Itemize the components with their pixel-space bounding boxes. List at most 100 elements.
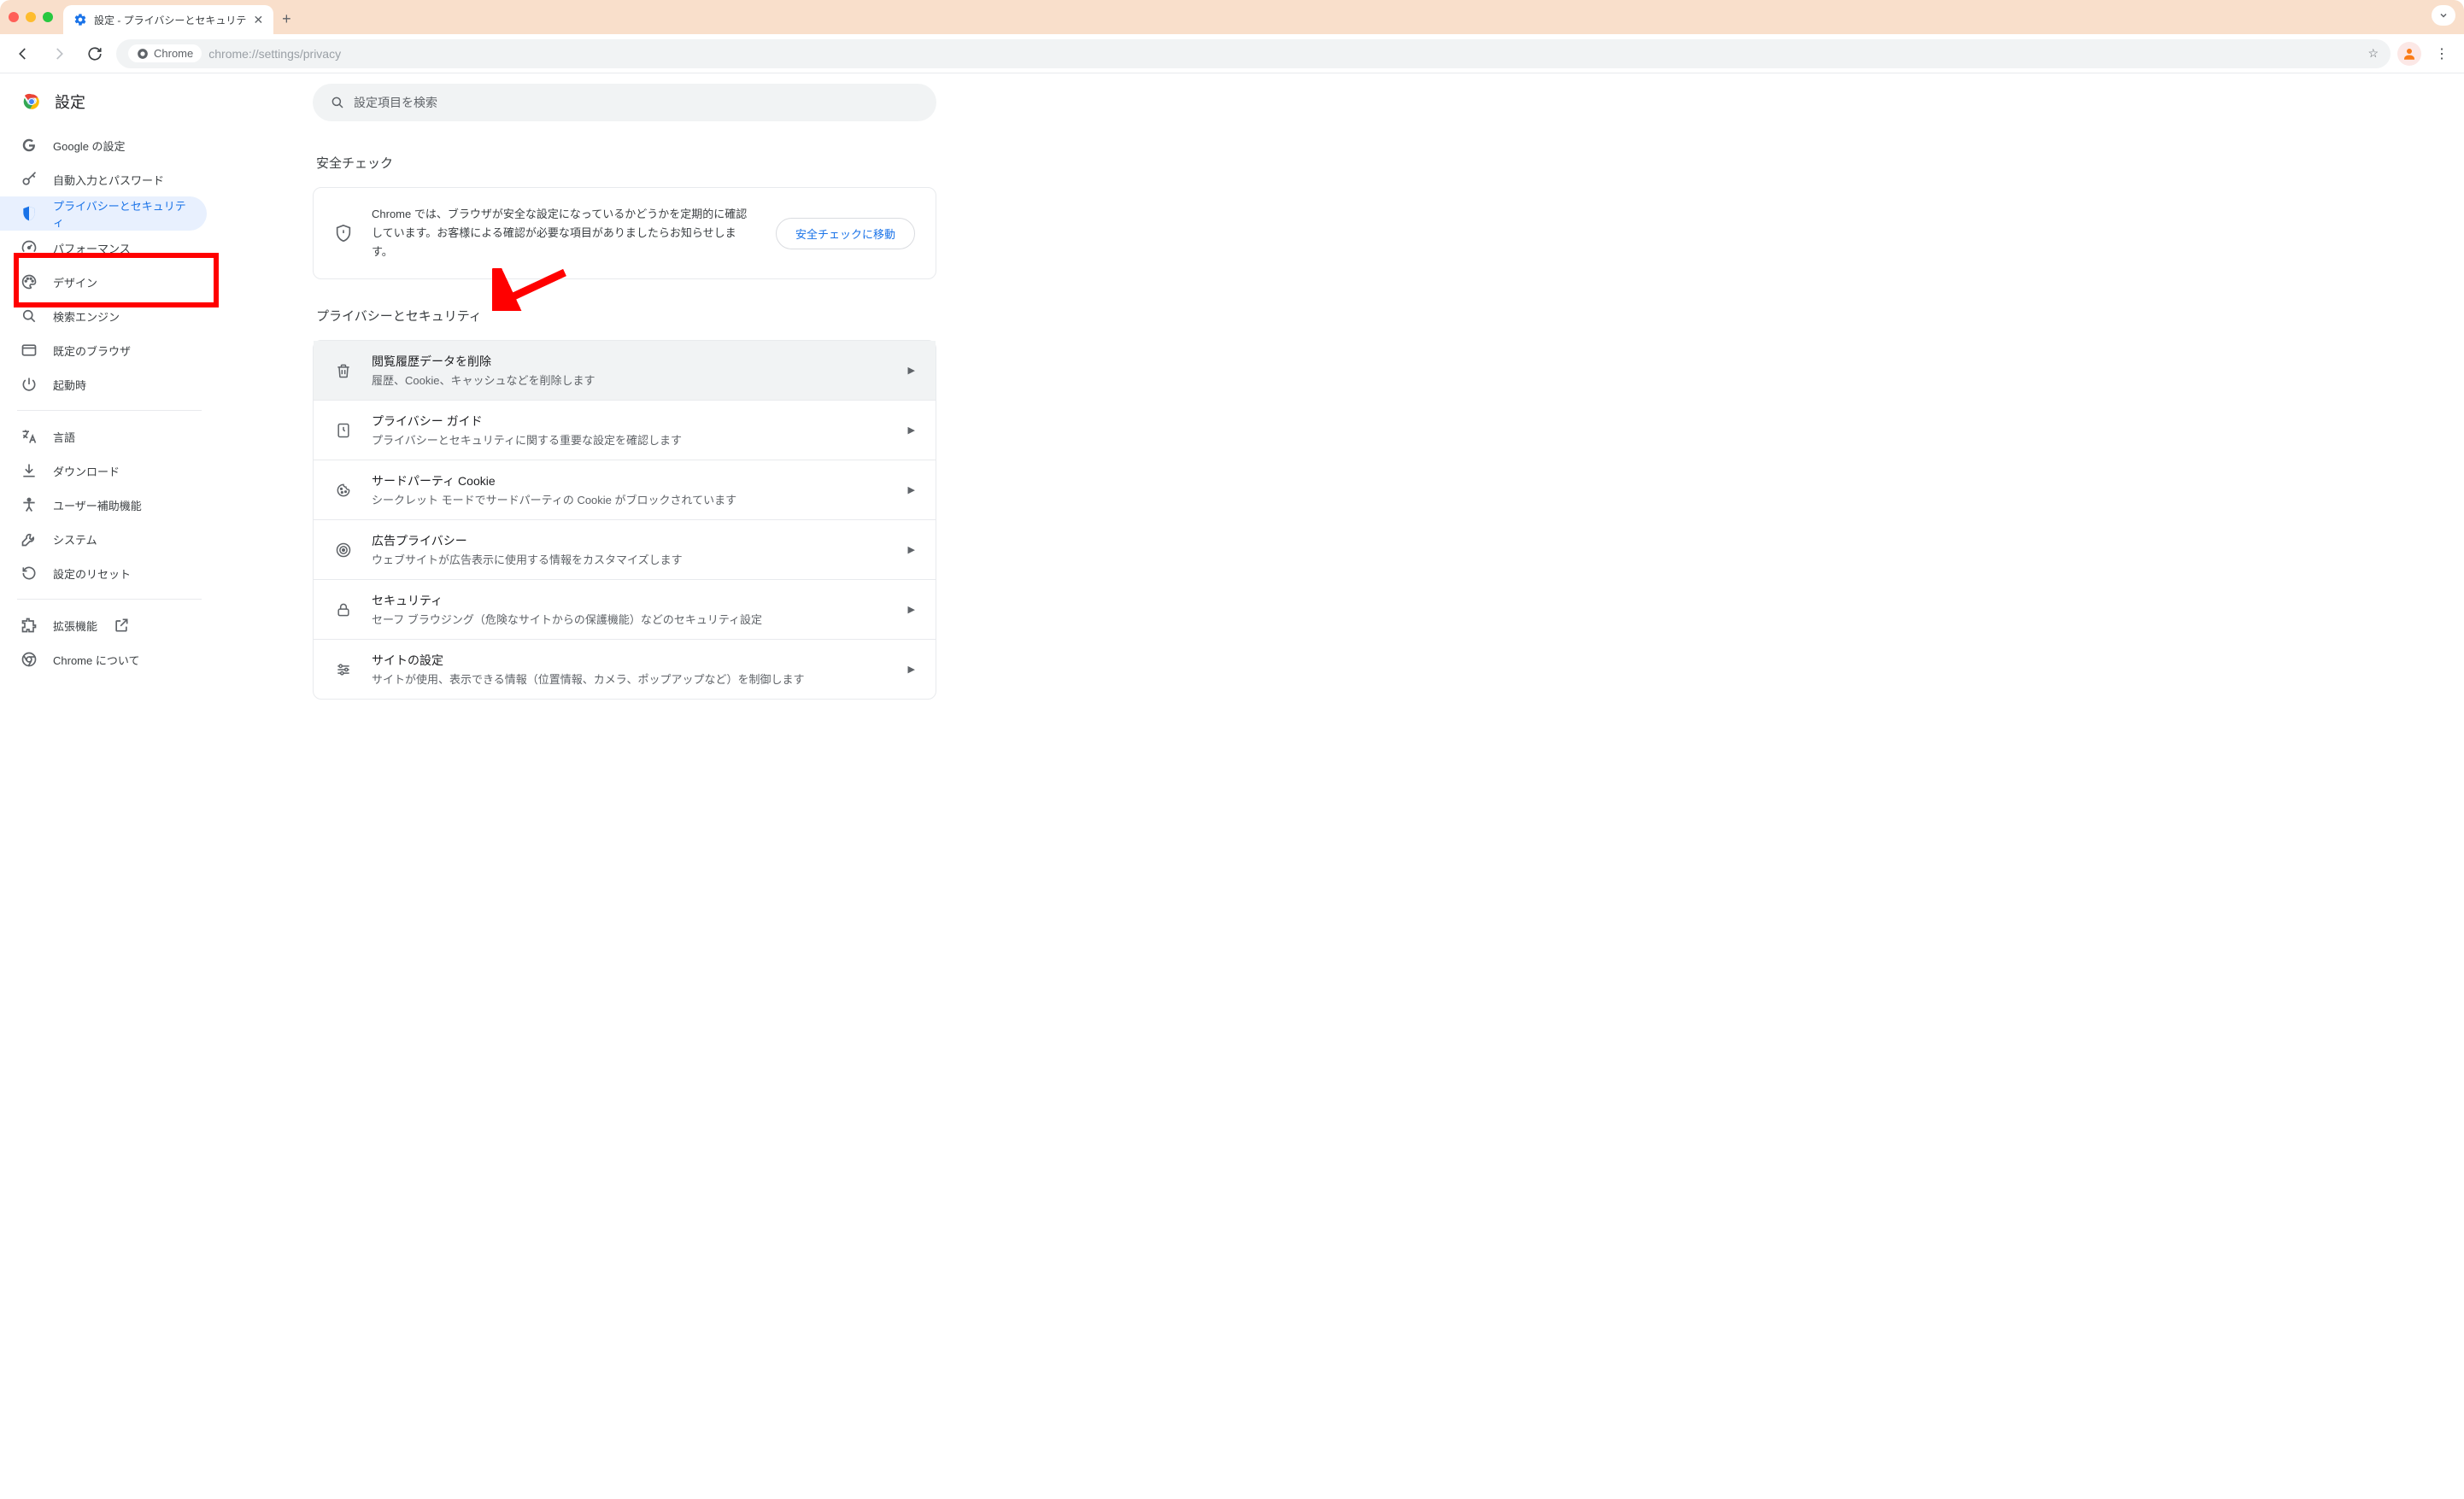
power-icon xyxy=(21,376,38,393)
site-chip-label: Chrome xyxy=(154,47,193,60)
trash-icon xyxy=(334,361,353,380)
sidebar-item-default-browser[interactable]: 既定のブラウザ xyxy=(0,333,207,367)
privacy-card: 閲覧履歴データを削除 履歴、Cookie、キャッシュなどを削除します ▶ プライ… xyxy=(313,340,936,700)
url-text: chrome://settings/privacy xyxy=(208,47,2361,61)
window-controls xyxy=(9,12,53,22)
profile-avatar[interactable] xyxy=(2397,42,2421,66)
wrench-icon xyxy=(21,530,38,547)
sidebar-item-extensions[interactable]: 拡張機能 xyxy=(0,608,207,642)
sidebar-item-performance[interactable]: パフォーマンス xyxy=(0,231,207,265)
sidebar-item-accessibility[interactable]: ユーザー補助機能 xyxy=(0,488,207,522)
tab-title: 設定 - プライバシーとセキュリテ xyxy=(94,13,246,27)
sidebar-item-label: 設定のリセット xyxy=(53,565,131,582)
maximize-window-button[interactable] xyxy=(43,12,53,22)
sidebar-item-label: Chrome について xyxy=(53,652,139,668)
safety-section-heading: 安全チェック xyxy=(316,154,936,172)
sidebar-item-google[interactable]: Google の設定 xyxy=(0,128,207,162)
extension-icon xyxy=(21,617,38,634)
sidebar-item-label: 検索エンジン xyxy=(53,308,120,325)
forward-button[interactable] xyxy=(44,39,73,68)
privacy-section-heading: プライバシーとセキュリティ xyxy=(316,307,936,325)
sidebar-item-label: 言語 xyxy=(53,429,75,445)
back-button[interactable] xyxy=(9,39,38,68)
row-ad-privacy[interactable]: 広告プライバシー ウェブサイトが広告表示に使用する情報をカスタマイズします ▶ xyxy=(314,519,936,579)
sidebar-item-label: パフォーマンス xyxy=(53,240,131,256)
palette-icon xyxy=(21,273,38,290)
row-subtitle: ウェブサイトが広告表示に使用する情報をカスタマイズします xyxy=(372,551,889,567)
sidebar-item-appearance[interactable]: デザイン xyxy=(0,265,207,299)
sidebar-item-label: プライバシーとセキュリティ xyxy=(53,197,190,230)
settings-sidebar: 設定 Google の設定 自動入力とパスワード プライバシーとセキュリティ パ… xyxy=(0,73,219,688)
close-window-button[interactable] xyxy=(9,12,19,22)
row-title: 閲覧履歴データを削除 xyxy=(372,353,889,370)
sidebar-item-startup[interactable]: 起動時 xyxy=(0,367,207,401)
settings-brand: 設定 xyxy=(0,85,219,128)
sidebar-item-label: システム xyxy=(53,531,97,547)
reset-icon xyxy=(21,565,38,582)
ad-icon xyxy=(334,541,353,559)
external-link-icon xyxy=(113,617,130,634)
row-subtitle: セーフ ブラウジング（危険なサイトからの保護機能）などのセキュリティ設定 xyxy=(372,611,889,627)
row-subtitle: プライバシーとセキュリティに関する重要な設定を確認します xyxy=(372,431,889,448)
sidebar-item-label: 起動時 xyxy=(53,377,86,393)
new-tab-button[interactable]: + xyxy=(273,10,300,28)
sidebar-item-label: ユーザー補助機能 xyxy=(53,497,142,513)
row-site-settings[interactable]: サイトの設定 サイトが使用、表示できる情報（位置情報、カメラ、ポップアップなど）… xyxy=(314,639,936,699)
sidebar-item-language[interactable]: 言語 xyxy=(0,419,207,454)
download-icon xyxy=(21,462,38,479)
chevron-right-icon: ▶ xyxy=(908,544,915,555)
gauge-icon xyxy=(21,239,38,256)
safety-check-description: Chrome では、ブラウザが安全な設定になっているかどうかを定期的に確認してい… xyxy=(372,205,757,261)
sidebar-item-system[interactable]: システム xyxy=(0,522,207,556)
address-bar[interactable]: Chrome chrome://settings/privacy ☆ xyxy=(116,39,2391,68)
browser-icon xyxy=(21,342,38,359)
sidebar-item-label: デザイン xyxy=(53,274,97,290)
key-icon xyxy=(21,171,38,188)
sidebar-item-label: 拡張機能 xyxy=(53,618,97,634)
settings-search-input[interactable]: 設定項目を検索 xyxy=(313,84,936,121)
row-title: サードパーティ Cookie xyxy=(372,472,889,489)
sidebar-item-label: 既定のブラウザ xyxy=(53,343,131,359)
bookmark-star-icon[interactable]: ☆ xyxy=(2367,46,2379,61)
sidebar-divider xyxy=(17,599,202,600)
site-chip[interactable]: Chrome xyxy=(128,44,202,62)
safety-check-card: Chrome では、ブラウザが安全な設定になっているかどうかを定期的に確認してい… xyxy=(313,187,936,279)
sidebar-item-downloads[interactable]: ダウンロード xyxy=(0,454,207,488)
row-title: プライバシー ガイド xyxy=(372,413,889,430)
reload-button[interactable] xyxy=(80,39,109,68)
chevron-right-icon: ▶ xyxy=(908,365,915,376)
menu-button[interactable]: ⋮ xyxy=(2428,45,2455,62)
row-security[interactable]: セキュリティ セーフ ブラウジング（危険なサイトからの保護機能）などのセキュリテ… xyxy=(314,579,936,639)
sidebar-item-label: 自動入力とパスワード xyxy=(53,172,164,188)
sidebar-item-about[interactable]: Chrome について xyxy=(0,642,207,676)
settings-title: 設定 xyxy=(55,91,85,113)
row-third-party-cookies[interactable]: サードパーティ Cookie シークレット モードでサードパーティの Cooki… xyxy=(314,460,936,519)
sidebar-divider xyxy=(17,410,202,411)
browser-tab[interactable]: 設定 - プライバシーとセキュリテ ✕ xyxy=(63,5,273,34)
cookie-icon xyxy=(334,481,353,500)
chevron-right-icon: ▶ xyxy=(908,664,915,675)
sidebar-item-search-engine[interactable]: 検索エンジン xyxy=(0,299,207,333)
lock-icon xyxy=(334,600,353,619)
safety-check-button[interactable]: 安全チェックに移動 xyxy=(776,218,915,249)
row-privacy-guide[interactable]: プライバシー ガイド プライバシーとセキュリティに関する重要な設定を確認します … xyxy=(314,400,936,460)
row-title: セキュリティ xyxy=(372,592,889,609)
google-g-icon xyxy=(21,137,38,154)
search-icon xyxy=(21,307,38,325)
shield-icon xyxy=(334,224,353,243)
sidebar-item-autofill[interactable]: 自動入力とパスワード xyxy=(0,162,207,196)
row-clear-browsing-data[interactable]: 閲覧履歴データを削除 履歴、Cookie、キャッシュなどを削除します ▶ xyxy=(314,341,936,400)
gear-icon xyxy=(73,13,87,26)
sidebar-item-label: ダウンロード xyxy=(53,463,120,479)
tab-dropdown-button[interactable] xyxy=(2432,5,2455,26)
shield-icon xyxy=(21,205,38,222)
sidebar-item-privacy[interactable]: プライバシーとセキュリティ xyxy=(0,196,207,231)
sidebar-item-reset[interactable]: 設定のリセット xyxy=(0,556,207,590)
minimize-window-button[interactable] xyxy=(26,12,36,22)
row-subtitle: 履歴、Cookie、キャッシュなどを削除します xyxy=(372,372,889,388)
close-tab-button[interactable]: ✕ xyxy=(253,13,263,27)
search-placeholder: 設定項目を検索 xyxy=(354,94,437,111)
row-subtitle: シークレット モードでサードパーティの Cookie がブロックされています xyxy=(372,491,889,507)
row-subtitle: サイトが使用、表示できる情報（位置情報、カメラ、ポップアップなど）を制御します xyxy=(372,670,889,687)
settings-main: 設定項目を検索 安全チェック Chrome では、ブラウザが安全な設定になってい… xyxy=(313,73,936,1499)
